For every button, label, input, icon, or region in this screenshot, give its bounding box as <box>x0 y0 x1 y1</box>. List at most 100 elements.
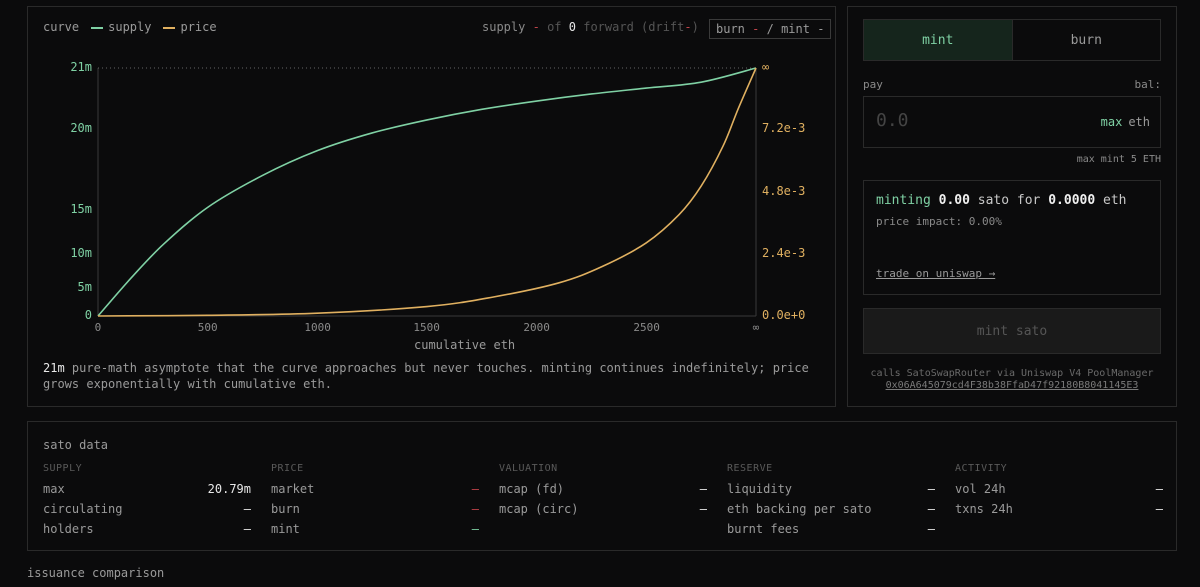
series-line-supply <box>97 67 757 317</box>
data-row: vol 24h – <box>955 482 1163 502</box>
pay-amount-input[interactable] <box>874 109 1058 132</box>
y-left-tick-label: 15m <box>70 202 92 216</box>
data-row-label: mint <box>271 522 300 536</box>
data-row: mcap (circ) – <box>499 502 707 522</box>
data-row-label: eth backing per sato <box>727 502 872 516</box>
data-row: burnt fees – <box>727 522 935 542</box>
data-row-label: vol 24h <box>955 482 1006 496</box>
data-row: mcap (fd) – <box>499 482 707 502</box>
data-row-value: – <box>927 522 935 536</box>
data-row-value: – <box>1155 482 1163 496</box>
y-left-tick-label: 5m <box>77 280 92 294</box>
sato-amount: 0.00 <box>938 193 970 208</box>
max-unit: max eth <box>1101 115 1150 129</box>
sato-for-word: sato for <box>977 193 1041 208</box>
data-row-label: liquidity <box>727 482 793 496</box>
data-row: market – <box>271 482 479 502</box>
router-info: calls SatoSwapRouter via Uniswap V4 Pool… <box>848 368 1176 392</box>
trade-panel: mint burn pay bal: maxeth max mint 5 ETH… <box>847 6 1177 407</box>
pay-label: pay <box>863 78 883 91</box>
eth-word: eth <box>1103 193 1127 208</box>
data-column-head: PRICE <box>271 463 304 474</box>
y-right-tick-label: 0.0e+0 <box>762 308 806 322</box>
tab-burn[interactable]: burn <box>1011 20 1161 60</box>
sato-data-title: sato data <box>43 438 109 452</box>
data-column-head: RESERVE <box>727 463 773 474</box>
y-right-tick-label: 7.2e-3 <box>762 121 806 135</box>
x-tick-label: 1500 <box>413 321 440 334</box>
eth-amount: 0.0000 <box>1048 193 1096 208</box>
uniswap-link[interactable]: trade on uniswap → <box>876 267 995 280</box>
data-row-label: market <box>271 482 315 496</box>
data-row-value: – <box>927 502 935 516</box>
data-column-reserve: RESERVE liquidity – eth backing per sato – bu… <box>727 463 935 542</box>
x-tick-label: 2000 <box>523 321 550 334</box>
minting-word: minting <box>876 193 931 208</box>
data-row: mint – <box>271 522 479 542</box>
data-column-price: PRICE market – burn – mint – <box>271 463 479 542</box>
mint-sato-button[interactable]: mint sato <box>863 308 1161 354</box>
data-column-head: VALUATION <box>499 463 558 474</box>
data-column-valuation: VALUATION mcap (fd) – mcap (circ) – <box>499 463 707 522</box>
unit-label: eth <box>1128 115 1150 129</box>
y-right-tick-label: 4.8e-3 <box>762 184 806 198</box>
data-row-value: – <box>243 522 251 536</box>
data-column-head: ACTIVITY <box>955 463 1008 474</box>
data-row-label: circulating <box>43 502 123 516</box>
minting-summary-line: minting 0.00 sato for 0.0000 eth <box>876 193 1127 208</box>
y-right-tick-label: ∞ <box>762 60 770 74</box>
data-row-label: max <box>43 482 65 496</box>
data-row: burn – <box>271 502 479 522</box>
data-row: circulating – <box>43 502 251 522</box>
data-column-supply: SUPPLY max 20.79m circulating – holders – <box>43 463 251 542</box>
max-mint-note: max mint 5 ETH <box>1076 154 1161 165</box>
mint-summary: minting 0.00 sato for 0.0000 eth price i… <box>863 180 1161 295</box>
pay-input-box: maxeth <box>863 96 1161 148</box>
router-address-link[interactable]: 0x06A645079cd4F38b38FfaD47f92180B8041145… <box>848 380 1176 392</box>
y-left-tick-label: 10m <box>70 246 92 260</box>
data-row-label: mcap (circ) <box>499 502 579 516</box>
x-tick-label: 1000 <box>304 321 331 334</box>
router-calls-text: calls SatoSwapRouter via Uniswap V4 Pool… <box>870 368 1154 379</box>
max-button[interactable]: max <box>1101 115 1123 129</box>
data-row-value: – <box>471 522 479 536</box>
data-row-label: burnt fees <box>727 522 800 536</box>
data-row-value: – <box>243 502 251 516</box>
data-row: holders – <box>43 522 251 542</box>
price-impact: price impact: 0.00% <box>876 215 1002 228</box>
y-left-tick-label: 0 <box>84 308 92 322</box>
data-row-value: – <box>699 502 707 516</box>
data-row-label: burn <box>271 502 300 516</box>
footnote-highlight: 21m <box>43 361 65 375</box>
x-tick-label: 2500 <box>633 321 660 334</box>
data-row: eth backing per sato – <box>727 502 935 522</box>
chart-footnote: 21m pure-math asymptote that the curve a… <box>43 360 823 392</box>
data-row: max 20.79m <box>43 482 251 502</box>
y-left-tick-label: 20m <box>70 121 92 135</box>
x-tick-label: ∞ <box>752 321 760 334</box>
y-right-tick-label: 2.4e-3 <box>762 246 806 260</box>
x-tick-label: 500 <box>197 321 218 334</box>
data-row: txns 24h – <box>955 502 1163 522</box>
y-left-tick-label: 21m <box>70 60 92 74</box>
curve-chart-panel: curve supply price supply - of 0 forward… <box>27 6 836 407</box>
mint-burn-tabs: mint burn <box>863 19 1161 61</box>
data-row-label: txns 24h <box>955 502 1013 516</box>
data-row-value: – <box>471 502 479 516</box>
data-column-head: SUPPLY <box>43 463 83 474</box>
balance-label: bal: <box>1134 78 1162 91</box>
data-row-value: – <box>471 482 479 496</box>
tab-mint[interactable]: mint <box>864 20 1012 60</box>
footnote-text: pure-math asymptote that the curve appro… <box>43 361 809 391</box>
data-row-value: 20.79m <box>207 482 251 496</box>
data-row-value: – <box>927 482 935 496</box>
data-row: liquidity – <box>727 482 935 502</box>
sato-data-panel: sato data SUPPLY max 20.79m circulating – hol… <box>27 421 1177 551</box>
data-column-activity: ACTIVITY vol 24h – txns 24h – <box>955 463 1163 522</box>
x-tick-label: 0 <box>94 321 102 334</box>
issuance-comparison-heading: issuance comparison <box>27 566 165 580</box>
data-row-value: – <box>699 482 707 496</box>
data-row-label: mcap (fd) <box>499 482 565 496</box>
series-line-price <box>97 67 757 317</box>
data-row-value: – <box>1155 502 1163 516</box>
